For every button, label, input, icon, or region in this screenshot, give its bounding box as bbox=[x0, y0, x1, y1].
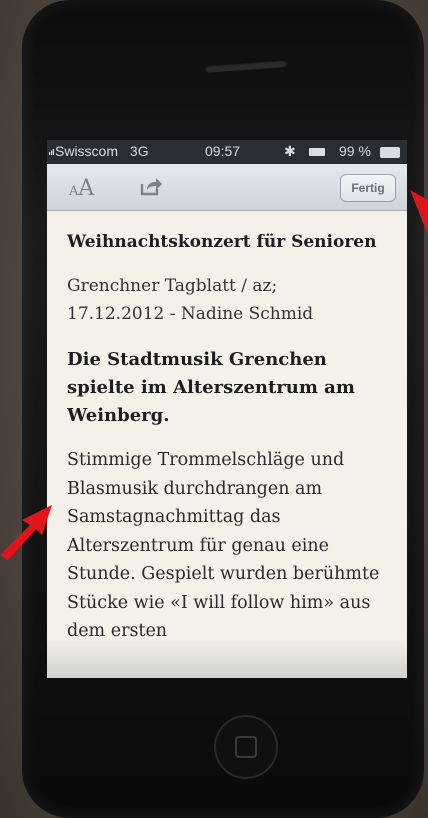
network-type: 3G bbox=[129, 143, 149, 159]
share-icon[interactable] bbox=[139, 176, 163, 196]
annotation-arrow-right bbox=[410, 190, 428, 235]
article-title: Weihnachtskonzert für Senioren bbox=[67, 232, 377, 252]
home-button-icon bbox=[235, 736, 257, 758]
article-meta: Grenchner Tagblatt / az; 17.12.2012 - Na… bbox=[67, 272, 397, 328]
earpiece-speaker bbox=[204, 59, 288, 73]
carrier-label: Swisscom 3G bbox=[55, 143, 149, 159]
reader-toolbar: AA Fertig bbox=[47, 164, 407, 211]
battery-icon bbox=[380, 147, 400, 158]
done-button[interactable]: Fertig bbox=[340, 174, 396, 202]
font-size-small-label: A bbox=[69, 184, 79, 199]
screen-bottom-fade bbox=[47, 638, 407, 678]
battery-percentage: 99 % bbox=[339, 143, 371, 159]
phone-screen: Swisscom 3G 09:57 ✱ 99 % AA Fertig Weihn… bbox=[47, 140, 407, 678]
signal-icon bbox=[49, 149, 54, 155]
article-date-author: 17.12.2012 - Nadine Schmid bbox=[67, 304, 314, 324]
status-bar: Swisscom 3G 09:57 ✱ 99 % bbox=[47, 140, 407, 164]
lock-icon bbox=[309, 148, 325, 156]
carrier-name: Swisscom bbox=[55, 143, 119, 159]
article-content: Weihnachtskonzert für Senioren Grenchner… bbox=[67, 230, 397, 646]
article-source: Grenchner Tagblatt / az; bbox=[67, 276, 278, 296]
article-body: Stimmige Trommelschläge und Blasmusik du… bbox=[67, 450, 380, 641]
font-size-large-label: A bbox=[78, 176, 95, 201]
annotation-arrow-left bbox=[0, 505, 52, 560]
bluetooth-icon: ✱ bbox=[284, 143, 296, 159]
article-lead: Die Stadtmusik Grenchen spielte im Alter… bbox=[67, 349, 355, 426]
status-time: 09:57 bbox=[205, 143, 241, 159]
font-size-button[interactable]: AA bbox=[69, 176, 94, 201]
